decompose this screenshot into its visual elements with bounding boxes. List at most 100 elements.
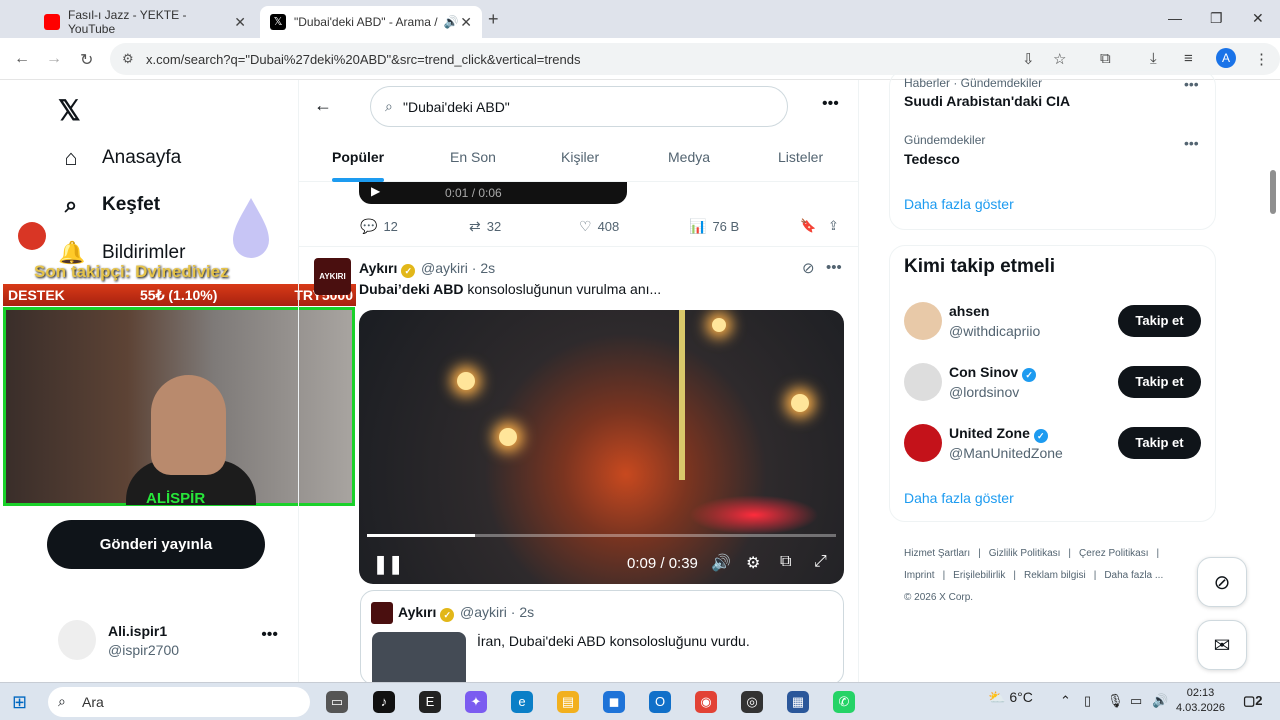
more-icon[interactable]: ••• (822, 95, 839, 113)
tweet-text-bold[interactable]: Dubai’deki ABD (359, 281, 464, 297)
footer-link[interactable]: Erişilebilirlik (953, 570, 1005, 581)
speaker-icon[interactable]: 🔊 (444, 15, 459, 29)
sidebar-item-explore[interactable]: ⌕ Keşfet (58, 192, 160, 218)
clock[interactable]: 02:13 4.03.2026 (1176, 686, 1225, 716)
tab-media[interactable]: Medya (668, 149, 710, 165)
footer-link[interactable]: Hizmet Şartları (904, 548, 970, 559)
menu-icon[interactable]: ⋮ (1254, 50, 1269, 68)
follow-button[interactable]: Takip et (1118, 427, 1201, 459)
download-icon[interactable]: ⤓ (1150, 50, 1157, 67)
pip-icon[interactable]: ⧉ (780, 553, 791, 571)
task-view-icon[interactable]: ▭ (326, 691, 348, 713)
avatar[interactable] (904, 363, 942, 401)
back-icon[interactable]: ← (14, 50, 30, 68)
search-input[interactable]: ⌕ "Dubai'deki ABD" (370, 86, 788, 127)
footer-link[interactable]: Daha fazla ... (1104, 570, 1163, 581)
grok-fab-icon[interactable]: ⊘ (1197, 557, 1247, 607)
microphone-icon[interactable]: 🎙 (1107, 693, 1124, 709)
app-icon[interactable]: ◎ (741, 691, 763, 713)
install-icon[interactable]: ⇩ (1022, 50, 1035, 68)
volume-icon[interactable]: 🔊 (711, 553, 731, 573)
more-icon[interactable]: ••• (261, 626, 278, 644)
taskbar-search[interactable]: ⌕ Ara (48, 687, 310, 717)
settings-icon[interactable]: ⚙ (746, 553, 760, 573)
trend-item[interactable]: Suudi Arabistan'daki CIA (904, 93, 1070, 109)
like-button[interactable]: ♡ 408 (579, 218, 619, 235)
chrome-icon[interactable]: ◉ (695, 691, 717, 713)
account-switcher[interactable]: Ali.ispir1 @ispir2700 ••• (58, 620, 288, 664)
follow-user[interactable]: United Zone ✓ (949, 425, 1048, 443)
footer-link[interactable]: Imprint (904, 570, 935, 581)
bookmark-icon[interactable]: 🔖 (800, 218, 816, 234)
outlook-icon[interactable]: O (649, 691, 671, 713)
edge-icon[interactable]: e (511, 691, 533, 713)
fullscreen-icon[interactable]: ⤢ (814, 553, 827, 571)
previous-video-controls[interactable]: ▶ 0:01 / 0:06 (359, 182, 627, 204)
chevron-up-icon[interactable]: ⌃ (1060, 693, 1071, 709)
close-window-icon[interactable]: ✕ (1252, 10, 1264, 27)
follow-user-name[interactable]: ahsen (949, 303, 989, 319)
tab-lists[interactable]: Listeler (778, 149, 823, 165)
avatar[interactable] (904, 302, 942, 340)
more-icon[interactable]: ••• (1184, 76, 1199, 92)
browser-tab-x[interactable]: 𝕏 "Dubai'deki ABD" - Arama / 🔊 ✕ (260, 6, 482, 38)
copilot-icon[interactable]: ✦ (465, 691, 487, 713)
follow-user[interactable]: Con Sinov ✓ (949, 364, 1037, 382)
grok-icon[interactable]: ⊘ (802, 259, 815, 277)
footer-link[interactable]: Çerez Politikası (1079, 548, 1148, 559)
file-explorer-icon[interactable]: ▤ (557, 691, 579, 713)
quoted-tweet[interactable]: Aykırı ✓ @aykiri · 2s İran, Dubai'deki A… (360, 590, 844, 692)
repost-button[interactable]: ⇄ 32 (469, 218, 501, 235)
share-icon[interactable]: ⇪ (828, 218, 839, 234)
store-icon[interactable]: ◼ (603, 691, 625, 713)
new-tab-icon[interactable]: + (488, 9, 499, 30)
network-icon[interactable]: ▭ (1130, 693, 1142, 709)
calculator-icon[interactable]: ▦ (787, 691, 809, 713)
play-icon[interactable]: ▶ (371, 184, 380, 198)
tweet-author[interactable]: Aykırı ✓ (359, 260, 416, 278)
tray-app-icon[interactable]: ▯ (1084, 693, 1091, 709)
extensions-icon[interactable]: ⧉ (1100, 50, 1111, 67)
x-logo[interactable]: 𝕏 (58, 94, 81, 127)
more-icon[interactable]: ••• (826, 259, 842, 276)
site-info-icon[interactable]: ⚙ (122, 51, 134, 67)
url-text[interactable]: x.com/search?q="Dubai%27deki%20ABD"&src=… (146, 52, 580, 67)
more-icon[interactable]: ••• (1184, 135, 1199, 151)
tab-latest[interactable]: En Son (450, 149, 496, 165)
tiktok-icon[interactable]: ♪ (373, 691, 395, 713)
tweet-handle[interactable]: @aykiri · 2s (421, 260, 495, 276)
minimize-icon[interactable]: — (1168, 10, 1182, 26)
weather-widget[interactable]: ⛅ 6°C (988, 689, 1033, 706)
windows-start-icon[interactable]: ⊞ (12, 692, 27, 713)
volume-icon[interactable]: 🔊 (1152, 693, 1168, 709)
footer-link[interactable]: Reklam bilgisi (1024, 570, 1086, 581)
messages-fab-icon[interactable]: ✉ (1197, 620, 1247, 670)
trends-show-more[interactable]: Daha fazla göster (904, 196, 1014, 212)
pause-icon[interactable]: ❚❚ (373, 554, 403, 575)
follow-button[interactable]: Takip et (1118, 305, 1201, 337)
trend-item[interactable]: Tedesco (904, 151, 960, 167)
tweet-video[interactable]: ❚❚ 0:09 / 0:39 🔊 ⚙ ⧉ ⤢ (359, 310, 844, 584)
tweet-avatar[interactable]: AYKIRI (314, 258, 351, 295)
reload-icon[interactable]: ↻ (80, 50, 93, 70)
post-button[interactable]: Gönderi yayınla (47, 520, 265, 569)
browser-tab-youtube[interactable]: Fasıl-ı Jazz - YEKTE - YouTube ✕ (34, 6, 256, 38)
follow-button[interactable]: Takip et (1118, 366, 1201, 398)
footer-link[interactable]: Gizlilik Politikası (989, 548, 1061, 559)
profile-avatar[interactable]: A (1216, 48, 1236, 68)
video-progress-bar[interactable] (367, 534, 836, 537)
back-arrow-icon[interactable]: ← (314, 95, 332, 116)
views-button[interactable]: 📊 76 B (689, 218, 739, 235)
who-to-follow-show-more[interactable]: Daha fazla göster (904, 490, 1014, 506)
epic-games-icon[interactable]: E (419, 691, 441, 713)
tab-people[interactable]: Kişiler (561, 149, 599, 165)
sidebar-item-home[interactable]: ⌂ Anasayfa (58, 145, 181, 171)
media-icon[interactable]: ≡ (1184, 50, 1193, 67)
scrollbar[interactable] (1270, 170, 1276, 214)
bookmark-star-icon[interactable]: ☆ (1053, 50, 1066, 68)
reply-button[interactable]: 💬 12 (360, 218, 398, 235)
close-icon[interactable]: ✕ (460, 14, 472, 31)
forward-icon[interactable]: → (46, 50, 62, 68)
whatsapp-icon[interactable]: ✆ (833, 691, 855, 713)
avatar[interactable] (904, 424, 942, 462)
